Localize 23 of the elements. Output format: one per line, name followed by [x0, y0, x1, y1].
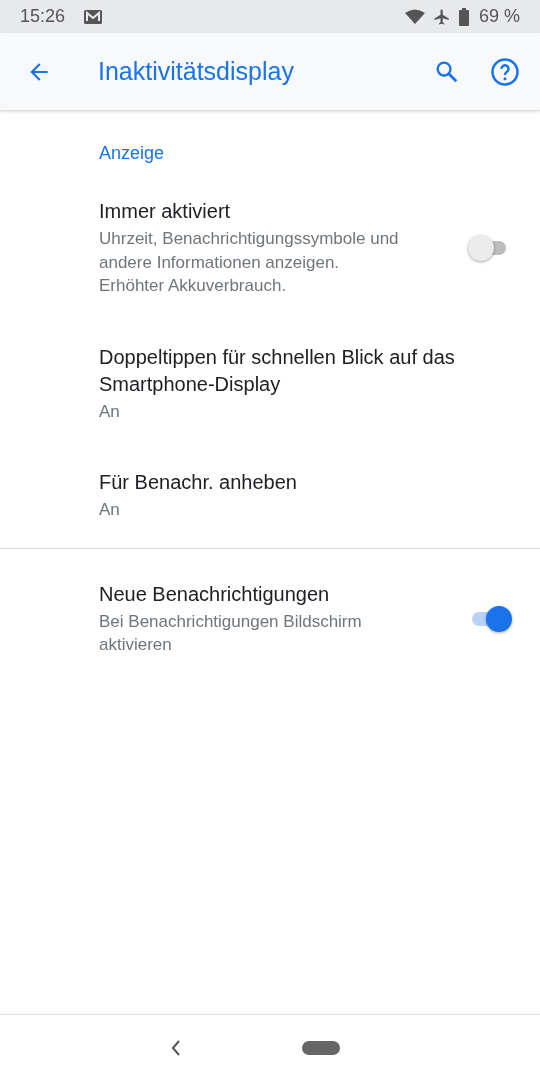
item-summary: Bei Benachrichtigungen Bildschirm aktivieren	[99, 610, 363, 656]
item-title: Für Benachr. anheben	[99, 470, 298, 495]
help-icon	[490, 56, 520, 87]
airplane-icon	[432, 7, 451, 26]
item-summary: An	[99, 400, 121, 423]
item-title: Neue Benachrichtigungen	[99, 581, 331, 607]
settings-item[interactable]: Doppeltippen für schnellen Blick auf das Smartphone-Display An	[0, 319, 540, 445]
mail-icon	[83, 8, 104, 25]
settings-item[interactable]: Immer aktiviert Uhrzeit, Benachrichtigungssymbole und andere Informationen anzeigen. Erhöhter Akkuverbrauch.	[0, 174, 540, 320]
item-summary: Uhrzeit, Benachrichtigungssymbole und andere Informationen anzeigen. Erhöhter Akkuverbrauch.	[99, 228, 400, 297]
item-title: Immer aktiviert	[99, 199, 232, 224]
screen-title: Inaktivitätsdisplay	[98, 57, 295, 86]
home-button[interactable]	[302, 1040, 340, 1055]
settings-item[interactable]: Neue Benachrichtigungen Bei Benachrichtigungen Bildschirm aktivieren	[0, 556, 540, 679]
battery-icon	[458, 7, 469, 26]
battery-percentage: 69 %	[478, 6, 520, 27]
clock: 15:26	[20, 6, 66, 27]
item-summary: An	[99, 499, 121, 521]
item-title: Doppeltippen für schnellen Blick auf das Smartphone-Display	[99, 344, 456, 397]
settings-item[interactable]: Für Benachr. anheben An	[0, 445, 540, 544]
wifi-icon	[404, 8, 425, 25]
section-header: Anzeige	[98, 142, 166, 165]
back-icon[interactable]	[170, 1038, 182, 1057]
